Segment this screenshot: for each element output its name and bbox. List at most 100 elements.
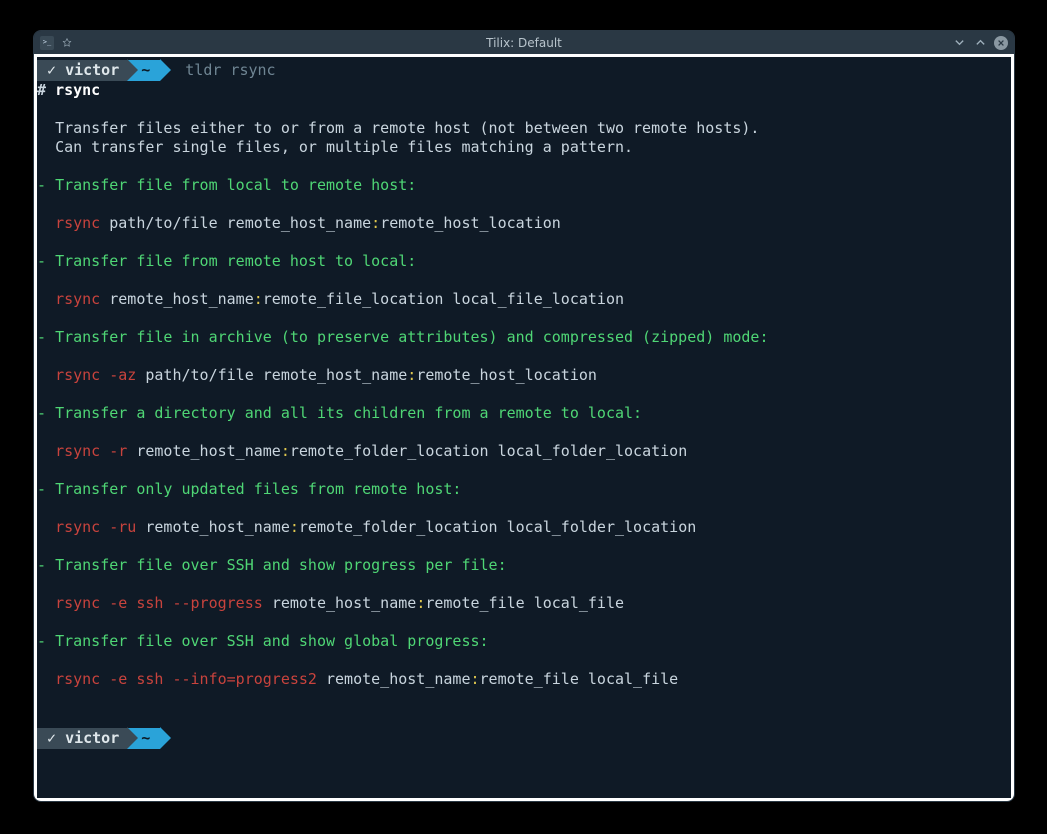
command-name: rsync xyxy=(55,670,100,688)
blank-line xyxy=(37,499,1011,518)
blank-line xyxy=(37,271,1011,290)
command-parameter: remote_folder_location local_folder_loca… xyxy=(299,518,696,536)
prompt-separator2-icon xyxy=(160,59,171,81)
command-name: rsync xyxy=(55,214,100,232)
prompt-separator-icon xyxy=(127,59,138,81)
example-description: - Transfer a directory and all its child… xyxy=(37,404,1011,423)
command-name: rsync xyxy=(55,594,100,612)
prompt-user: victor xyxy=(65,729,119,748)
terminal-content[interactable]: ✓ victor ~ tldr rsync # rsync Transfer f… xyxy=(37,57,1011,749)
command-parameter: remote_file local_file xyxy=(425,594,624,612)
dash-bullet: - xyxy=(37,480,55,498)
window-controls xyxy=(952,35,1014,50)
blank-line xyxy=(37,347,1011,366)
command-parameter: remote_file_location local_file_location xyxy=(263,290,624,308)
terminal-icon[interactable] xyxy=(40,36,54,50)
command-parameter: remote_host_name xyxy=(145,518,290,536)
colon-separator: : xyxy=(254,290,263,308)
command-name: rsync xyxy=(55,442,100,460)
example-description-text: Transfer a directory and all its childre… xyxy=(55,404,642,422)
prompt-segment-user: ✓ victor xyxy=(37,728,127,749)
blank-line xyxy=(37,537,1011,556)
examples-list: - Transfer file from local to remote hos… xyxy=(37,157,1011,689)
typed-command: tldr rsync xyxy=(171,61,275,80)
dash-bullet: - xyxy=(37,632,55,650)
colon-separator: : xyxy=(407,366,416,384)
example-command: rsync -e ssh --info=progress2 remote_hos… xyxy=(37,670,1011,689)
window-title: Tilix: Default xyxy=(486,36,562,50)
minimize-button[interactable] xyxy=(952,35,967,50)
titlebar-left xyxy=(34,36,74,50)
example-command: rsync remote_host_name:remote_file_locat… xyxy=(37,290,1011,309)
example-description: - Transfer file from remote host to loca… xyxy=(37,252,1011,271)
example-description-text: Transfer file from local to remote host: xyxy=(55,176,416,194)
prompt-check: ✓ xyxy=(47,61,56,80)
example-description: - Transfer file from local to remote hos… xyxy=(37,176,1011,195)
page-title: rsync xyxy=(55,81,100,99)
example-command: rsync -az path/to/file remote_host_name:… xyxy=(37,366,1011,385)
blank-line xyxy=(37,689,1011,708)
titlebar[interactable]: Tilix: Default xyxy=(34,31,1014,54)
command-parameter: remote_host_location xyxy=(416,366,597,384)
example-description-text: Transfer file over SSH and show progress… xyxy=(55,556,507,574)
command-flags: -az xyxy=(109,366,136,384)
command-name: rsync xyxy=(55,518,100,536)
example-description-text: Transfer file from remote host to local: xyxy=(55,252,416,270)
command-flags: -e ssh --info=progress2 xyxy=(109,670,317,688)
command-parameter: remote_host_location xyxy=(380,214,561,232)
blank-line xyxy=(37,651,1011,670)
hash-symbol: # xyxy=(37,81,46,99)
command-flags: -r xyxy=(109,442,127,460)
colon-separator: : xyxy=(471,670,480,688)
blank-line xyxy=(37,195,1011,214)
blank-line xyxy=(37,157,1011,176)
dash-bullet: - xyxy=(37,252,55,270)
command-name: rsync xyxy=(55,366,100,384)
description-line: Can transfer single files, or multiple f… xyxy=(37,138,1011,157)
prompt-separator2-icon xyxy=(160,727,171,749)
example-description: - Transfer file in archive (to preserve … xyxy=(37,328,1011,347)
command-parameter: path/to/file remote_host_name xyxy=(145,366,407,384)
blank-line xyxy=(37,461,1011,480)
example-description: - Transfer file over SSH and show global… xyxy=(37,632,1011,651)
colon-separator: : xyxy=(371,214,380,232)
pin-icon[interactable] xyxy=(60,36,74,50)
command-parameter: remote_folder_location local_folder_loca… xyxy=(290,442,687,460)
command-flags: -e ssh --progress xyxy=(109,594,263,612)
blank-line xyxy=(37,613,1011,632)
command-name: rsync xyxy=(55,290,100,308)
example-description-text: Transfer file in archive (to preserve at… xyxy=(55,328,768,346)
example-command: rsync -r remote_host_name:remote_folder_… xyxy=(37,442,1011,461)
prompt-user: victor xyxy=(65,61,119,80)
dash-bullet: - xyxy=(37,556,55,574)
example-command: rsync -e ssh --progress remote_host_name… xyxy=(37,594,1011,613)
prompt-line-empty[interactable]: ✓ victor ~ xyxy=(37,727,1011,749)
terminal-pane[interactable]: ✓ victor ~ tldr rsync # rsync Transfer f… xyxy=(34,54,1014,801)
maximize-button[interactable] xyxy=(973,35,988,50)
dash-bullet: - xyxy=(37,176,55,194)
prompt-line: ✓ victor ~ tldr rsync xyxy=(37,59,1011,81)
command-parameter: path/to/file remote_host_name xyxy=(109,214,371,232)
dash-bullet: - xyxy=(37,404,55,422)
example-command: rsync path/to/file remote_host_name:remo… xyxy=(37,214,1011,233)
command-parameter: remote_host_name xyxy=(109,290,254,308)
prompt-separator-icon xyxy=(127,727,138,749)
blank-line xyxy=(37,309,1011,328)
command-flags: -ru xyxy=(109,518,136,536)
blank-line xyxy=(37,233,1011,252)
blank-line xyxy=(37,385,1011,404)
prompt-segment-user: ✓ victor xyxy=(37,60,127,81)
example-description-text: Transfer only updated files from remote … xyxy=(55,480,461,498)
example-description-text: Transfer file over SSH and show global p… xyxy=(55,632,488,650)
example-description: - Transfer file over SSH and show progre… xyxy=(37,556,1011,575)
colon-separator: : xyxy=(281,442,290,460)
colon-separator: : xyxy=(416,594,425,612)
prompt-cwd: ~ xyxy=(141,729,150,748)
command-parameter: remote_host_name xyxy=(326,670,471,688)
close-button[interactable] xyxy=(994,36,1008,50)
command-parameter: remote_file local_file xyxy=(480,670,679,688)
output-heading: # rsync xyxy=(37,81,1011,100)
blank-line xyxy=(37,575,1011,594)
terminal-window: Tilix: Default ✓ victor ~ tldr xyxy=(33,30,1015,802)
prompt-cwd: ~ xyxy=(141,61,150,80)
